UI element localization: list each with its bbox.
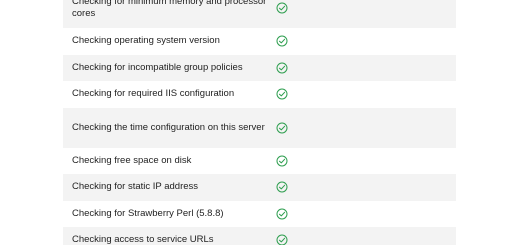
check-label: Checking the time configuration on this …	[72, 121, 265, 133]
check-circle-icon	[272, 58, 292, 78]
check-label: Checking access to service URLs	[72, 234, 214, 245]
check-row: Checking for static IP address	[63, 174, 456, 201]
check-row: Checking the time configuration on this …	[63, 107, 456, 148]
check-row: Checking for required IIS configuration	[63, 81, 456, 108]
check-label: Checking for incompatible group policies	[72, 61, 243, 73]
check-row: Checking operating system version	[63, 28, 456, 55]
check-circle-icon	[272, 230, 292, 245]
prerequisite-checks-list: Checking for minimum memory and processo…	[63, 0, 456, 245]
check-row: Checking for minimum memory and processo…	[63, 0, 456, 28]
check-label: Checking for Strawberry Perl (5.8.8)	[72, 207, 224, 219]
check-label: Checking for required IIS configuration	[72, 88, 235, 100]
check-circle-icon	[272, 151, 292, 171]
check-row: Checking free space on disk	[63, 147, 456, 174]
check-label: Checking free space on disk	[72, 154, 192, 166]
check-label: Checking for minimum memory and processo…	[72, 0, 267, 19]
prerequisite-checks-panel: Checking for minimum memory and processo…	[63, 0, 456, 245]
check-circle-icon	[272, 31, 292, 51]
check-row: Checking for Strawberry Perl (5.8.8)	[63, 200, 456, 227]
check-circle-icon	[272, 118, 292, 138]
check-row: Checking for incompatible group policies	[63, 54, 456, 81]
check-circle-icon	[272, 84, 292, 104]
check-circle-icon	[272, 177, 292, 197]
check-label: Checking operating system version	[72, 35, 220, 47]
check-label: Checking for static IP address	[72, 181, 199, 193]
check-circle-icon	[272, 0, 292, 18]
check-circle-icon	[272, 204, 292, 224]
check-row: Checking access to service URLs	[63, 227, 456, 245]
